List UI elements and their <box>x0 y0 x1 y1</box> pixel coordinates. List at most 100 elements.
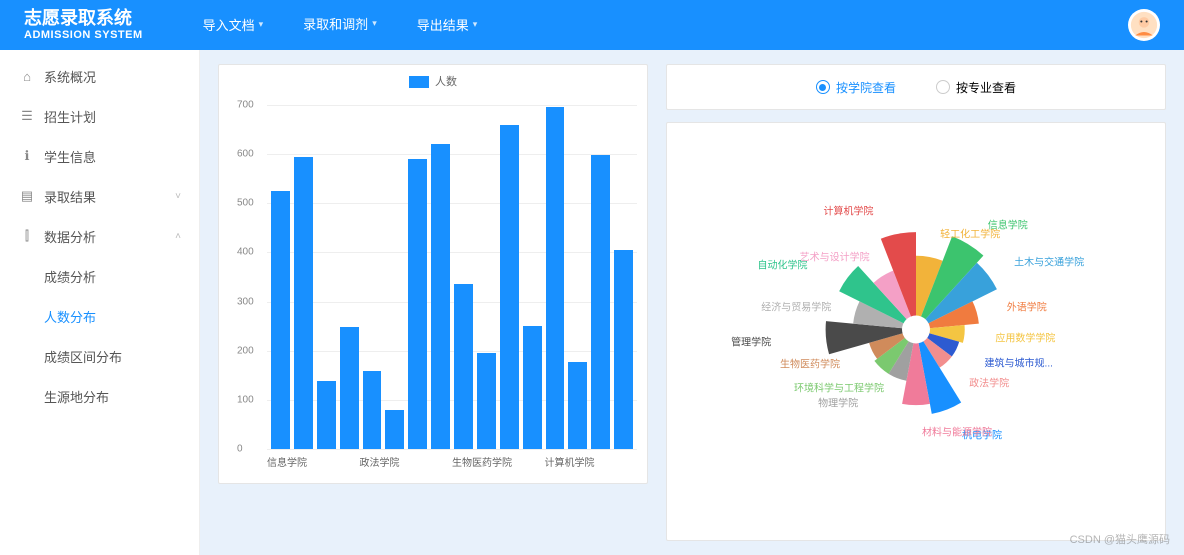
sidebar: ⌂ 系统概况 ☰ 招生计划 ℹ 学生信息 ▤ 录取结果 ˅ ⫿ 数据分析 ˄ 成绩分析人数分布成绩区间分… <box>0 50 200 555</box>
y-tick-label: 700 <box>237 100 254 111</box>
pie-label: 政法学院 <box>969 375 1009 390</box>
chevron-down-icon: ▾ <box>473 19 478 30</box>
sidebar-subitem-label: 人数分布 <box>44 307 96 326</box>
bar[interactable] <box>591 155 610 449</box>
watermark: CSDN @猫头鹰源码 <box>1070 531 1170 547</box>
pie-label: 艺术与设计学院 <box>800 248 870 263</box>
sidebar-subitem[interactable]: 成绩区间分布 <box>0 336 199 376</box>
radio-by-college[interactable]: 按学院查看 <box>816 79 896 96</box>
bar[interactable] <box>614 250 633 449</box>
nav-admission[interactable]: 录取和调剂▾ <box>303 14 377 35</box>
bar[interactable] <box>546 107 565 449</box>
chevron-down-icon: ▾ <box>372 18 377 29</box>
bar[interactable] <box>454 284 473 449</box>
right-column: 按学院查看 按专业查看 轻工化工学院信息学院土木与交通学院外语学院应用数学学院建… <box>666 64 1166 541</box>
y-tick-label: 100 <box>237 394 254 405</box>
pie-chart: 轻工化工学院信息学院土木与交通学院外语学院应用数学学院建筑与城市规...政法学院… <box>796 209 1036 454</box>
x-tick-label: 政法学院 <box>360 454 453 469</box>
top-nav: 导入文档▾ 录取和调剂▾ 导出结果▾ <box>203 14 478 35</box>
sidebar-subitem-label: 生源地分布 <box>44 387 109 406</box>
pie-label: 应用数学学院 <box>995 330 1055 345</box>
y-tick-label: 300 <box>237 296 254 307</box>
chevron-down-icon: ▾ <box>259 19 264 30</box>
avatar[interactable] <box>1128 9 1160 41</box>
bar[interactable] <box>477 353 496 449</box>
bar-chart-card: 人数 0100200300400500600700 信息学院政法学院生物医药学院… <box>218 64 648 484</box>
bar[interactable] <box>431 144 450 449</box>
sidebar-item[interactable]: ⌂ 系统概况 <box>0 56 199 96</box>
bar[interactable] <box>294 157 313 449</box>
x-tick-label: 计算机学院 <box>545 454 638 469</box>
sidebar-subitem-label: 成绩分析 <box>44 267 96 286</box>
bar[interactable] <box>500 125 519 449</box>
x-tick-label: 生物医药学院 <box>452 454 545 469</box>
x-tick-label: 信息学院 <box>267 454 360 469</box>
sidebar-item-label: 录取结果 <box>44 187 96 206</box>
nav-export[interactable]: 导出结果▾ <box>417 14 478 35</box>
list-icon: ☰ <box>20 109 34 123</box>
filter-card: 按学院查看 按专业查看 <box>666 64 1166 110</box>
bar[interactable] <box>568 362 587 449</box>
bar[interactable] <box>363 371 382 449</box>
sidebar-item-label: 系统概况 <box>44 67 96 86</box>
pie-chart-card: 轻工化工学院信息学院土木与交通学院外语学院应用数学学院建筑与城市规...政法学院… <box>666 122 1166 541</box>
bar[interactable] <box>408 159 427 449</box>
sidebar-item-label: 招生计划 <box>44 107 96 126</box>
bar[interactable] <box>271 191 290 449</box>
pie-label: 外语学院 <box>1007 299 1047 314</box>
pie-label: 经济与贸易学院 <box>761 299 831 314</box>
pie-label: 生物医药学院 <box>780 356 840 371</box>
nav-import[interactable]: 导入文档▾ <box>203 14 264 35</box>
sidebar-item[interactable]: ☰ 招生计划 <box>0 96 199 136</box>
radio-by-major[interactable]: 按专业查看 <box>936 79 1016 96</box>
sidebar-item[interactable]: ⫿ 数据分析 ˄ <box>0 216 199 256</box>
bar-x-labels: 信息学院政法学院生物医药学院计算机学院 <box>267 454 637 469</box>
chevron-down-icon: ˅ <box>175 191 181 202</box>
bar[interactable] <box>385 410 404 449</box>
y-tick-label: 0 <box>237 444 243 455</box>
header-left: 志愿录取系统 ADMISSION SYSTEM 导入文档▾ 录取和调剂▾ 导出结… <box>24 9 477 41</box>
chart-icon: ⫿ <box>20 229 34 243</box>
bar[interactable] <box>317 381 336 449</box>
sidebar-subitem[interactable]: 成绩分析 <box>0 256 199 296</box>
app-body: ⌂ 系统概况 ☰ 招生计划 ℹ 学生信息 ▤ 录取结果 ˅ ⫿ 数据分析 ˄ 成绩分析人数分布成绩区间分… <box>0 50 1184 555</box>
pie-label: 信息学院 <box>988 217 1028 232</box>
bar[interactable] <box>340 327 359 449</box>
brand: 志愿录取系统 ADMISSION SYSTEM <box>24 9 143 41</box>
pie-label: 物理学院 <box>818 395 858 410</box>
sidebar-subitem-label: 成绩区间分布 <box>44 347 122 366</box>
content: 人数 0100200300400500600700 信息学院政法学院生物医药学院… <box>200 50 1184 555</box>
radio-dot-icon <box>816 80 830 94</box>
sidebar-item[interactable]: ▤ 录取结果 ˅ <box>0 176 199 216</box>
sidebar-subitem[interactable]: 人数分布 <box>0 296 199 336</box>
y-tick-label: 400 <box>237 247 254 258</box>
sidebar-item-label: 学生信息 <box>44 147 96 166</box>
bar-chart: 0100200300400500600700 <box>267 105 637 449</box>
bar[interactable] <box>523 326 542 449</box>
brand-subtitle: ADMISSION SYSTEM <box>24 29 143 41</box>
app-header: 志愿录取系统 ADMISSION SYSTEM 导入文档▾ 录取和调剂▾ 导出结… <box>0 0 1184 50</box>
radio-dot-icon <box>936 80 950 94</box>
pie-label: 计算机学院 <box>824 203 874 218</box>
bar-legend: 人数 <box>219 73 647 89</box>
radio-label: 按专业查看 <box>956 79 1016 96</box>
sidebar-item-label: 数据分析 <box>44 227 96 246</box>
pie-label: 土木与交通学院 <box>1014 253 1084 268</box>
legend-swatch <box>409 76 429 88</box>
home-icon: ⌂ <box>20 69 34 83</box>
chevron-up-icon: ˄ <box>175 231 181 242</box>
pie-label: 环境科学与工程学院 <box>794 380 884 395</box>
y-tick-label: 200 <box>237 345 254 356</box>
pie-label: 建筑与城市规... <box>985 354 1053 369</box>
info-icon: ℹ <box>20 149 34 163</box>
y-tick-label: 600 <box>237 149 254 160</box>
brand-title: 志愿录取系统 <box>24 9 143 29</box>
legend-label: 人数 <box>435 76 457 88</box>
y-tick-label: 500 <box>237 198 254 209</box>
doc-icon: ▤ <box>20 189 34 203</box>
pie-label: 材料与能源学院 <box>922 424 992 439</box>
sidebar-item[interactable]: ℹ 学生信息 <box>0 136 199 176</box>
sidebar-subitem[interactable]: 生源地分布 <box>0 376 199 416</box>
radio-label: 按学院查看 <box>836 79 896 96</box>
pie-label: 管理学院 <box>731 334 771 349</box>
